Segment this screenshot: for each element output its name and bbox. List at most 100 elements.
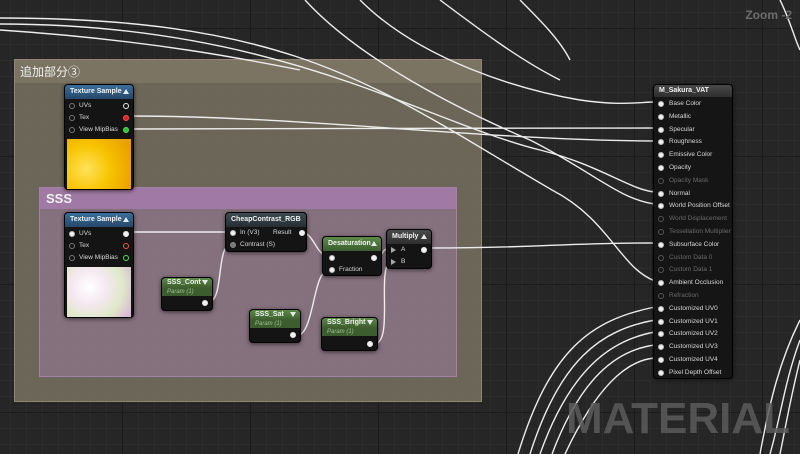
- material-result-node[interactable]: M_Sakura_VAT Base Color Metallic Specular R…: [653, 84, 733, 379]
- material-input-row[interactable]: Customized UV1: [658, 316, 718, 328]
- material-input-row[interactable]: Base Color: [658, 98, 701, 110]
- output-pin-icon[interactable]: [371, 255, 377, 261]
- collapse-chevron-icon[interactable]: [123, 89, 129, 94]
- material-input-row[interactable]: Opacity Mask: [658, 175, 708, 187]
- output-pin-icon[interactable]: [421, 247, 427, 253]
- input-pin-icon[interactable]: [658, 216, 664, 223]
- pin-row-a[interactable]: A: [391, 244, 405, 256]
- material-input-row[interactable]: Tessellation Multiplier: [658, 226, 731, 238]
- input-pin-icon[interactable]: [658, 254, 664, 261]
- input-pin-icon[interactable]: [658, 293, 664, 299]
- desaturation-node[interactable]: Desaturation Fraction: [322, 236, 382, 276]
- input-pin-icon[interactable]: [69, 231, 75, 237]
- pin-row-uvs[interactable]: UVs: [69, 100, 91, 112]
- material-input-row[interactable]: Refraction: [658, 290, 699, 302]
- material-input-row[interactable]: Subsurface Color: [658, 239, 719, 251]
- cheap-contrast-node[interactable]: CheapContrast_RGB In (V3) Contrast (S) R…: [225, 212, 307, 252]
- input-pin-icon[interactable]: [658, 241, 664, 248]
- texture-sample-node-2[interactable]: Texture Sample UVs Tex View MipBias: [64, 212, 134, 318]
- input-pin-icon[interactable]: [658, 139, 664, 146]
- material-input-row[interactable]: Customized UV0: [658, 303, 718, 315]
- output-green-pin-icon[interactable]: [123, 127, 129, 133]
- material-input-row[interactable]: Emissive Color: [658, 149, 712, 161]
- pin-row-result[interactable]: Result: [273, 227, 305, 239]
- pin-row-in-v3[interactable]: In (V3): [230, 227, 260, 239]
- input-pin-icon[interactable]: [658, 165, 664, 171]
- node-header[interactable]: SSS_Sat: [250, 310, 300, 320]
- pin-row-tex[interactable]: Tex: [69, 240, 89, 252]
- input-pin-icon[interactable]: [658, 369, 664, 376]
- material-input-row[interactable]: Roughness: [658, 136, 702, 148]
- collapse-chevron-icon[interactable]: [421, 234, 427, 239]
- output-rgb-pin-icon[interactable]: [123, 103, 129, 109]
- pin-row-tex[interactable]: Tex: [69, 112, 89, 124]
- pin-row-fraction[interactable]: Fraction: [329, 264, 362, 276]
- input-pin-icon[interactable]: [391, 247, 396, 253]
- input-pin-icon[interactable]: [658, 126, 664, 133]
- sss-bright-param-node[interactable]: SSS_Bright Param (1): [321, 317, 378, 351]
- material-input-row[interactable]: Ambient Occlusion: [658, 277, 723, 289]
- material-input-row[interactable]: Customized UV3: [658, 341, 718, 353]
- node-header[interactable]: Texture Sample: [65, 85, 133, 99]
- material-input-row[interactable]: Normal: [658, 188, 690, 200]
- output-pin-icon[interactable]: [367, 341, 373, 347]
- output-red-pin-icon[interactable]: [123, 115, 129, 121]
- input-pin-icon[interactable]: [391, 259, 396, 265]
- input-pin-icon[interactable]: [658, 229, 664, 235]
- pin-row-uvs[interactable]: UVs: [69, 228, 91, 240]
- material-input-row[interactable]: World Position Offset: [658, 200, 730, 212]
- node-header[interactable]: SSS_Bright: [322, 318, 377, 328]
- input-pin-icon[interactable]: [69, 255, 75, 261]
- material-input-row[interactable]: Custom Data 1: [658, 264, 712, 276]
- input-pin-icon[interactable]: [658, 318, 664, 325]
- input-pin-icon[interactable]: [69, 127, 75, 133]
- pin-row-b[interactable]: B: [391, 256, 405, 268]
- input-pin-icon[interactable]: [658, 357, 664, 363]
- pin-row-contrast[interactable]: Contrast (S): [230, 239, 275, 251]
- input-pin-icon[interactable]: [658, 331, 664, 338]
- input-pin-icon[interactable]: [658, 101, 664, 107]
- output-rgb-pin-icon[interactable]: [123, 231, 129, 237]
- expand-chevron-icon[interactable]: [202, 280, 208, 285]
- comment-title-sss[interactable]: SSS: [40, 188, 456, 209]
- input-pin-icon[interactable]: [69, 103, 75, 109]
- input-pin-icon[interactable]: [658, 344, 664, 351]
- input-pin-icon[interactable]: [658, 267, 664, 274]
- sss-cont-param-node[interactable]: SSS_Cont Param (1): [161, 277, 213, 311]
- material-input-row[interactable]: Custom Data 0: [658, 252, 712, 264]
- material-input-row[interactable]: Specular: [658, 124, 695, 136]
- material-input-row[interactable]: Metallic: [658, 111, 691, 123]
- output-red-pin-icon[interactable]: [123, 243, 129, 249]
- input-pin-icon[interactable]: [329, 255, 335, 261]
- sss-sat-param-node[interactable]: SSS_Sat Param (1): [249, 309, 301, 343]
- input-pin-icon[interactable]: [329, 267, 335, 273]
- input-pin-icon[interactable]: [658, 280, 664, 287]
- collapse-chevron-icon[interactable]: [123, 217, 129, 222]
- node-header[interactable]: Multiply: [387, 230, 431, 244]
- texture-sample-node-1[interactable]: Texture Sample UVs Tex View MipBias: [64, 84, 134, 190]
- pin-row-view-mipbias[interactable]: View MipBias: [69, 252, 118, 264]
- output-pin-icon[interactable]: [290, 332, 296, 338]
- input-pin-icon[interactable]: [658, 177, 664, 184]
- material-input-row[interactable]: Opacity: [658, 162, 691, 174]
- output-green-pin-icon[interactable]: [123, 255, 129, 261]
- input-pin-icon[interactable]: [69, 243, 75, 249]
- input-pin-icon[interactable]: [658, 305, 664, 312]
- expand-chevron-icon[interactable]: [367, 320, 373, 325]
- node-header[interactable]: Texture Sample: [65, 213, 133, 227]
- material-input-row[interactable]: World Displacement: [658, 213, 727, 225]
- node-header[interactable]: Desaturation: [323, 237, 381, 251]
- input-pin-icon[interactable]: [230, 242, 236, 248]
- collapse-chevron-icon[interactable]: [371, 241, 377, 246]
- node-header[interactable]: CheapContrast_RGB: [226, 213, 306, 227]
- input-pin-icon[interactable]: [658, 113, 664, 120]
- pin-row-view-mipbias[interactable]: View MipBias: [69, 124, 118, 136]
- node-header[interactable]: SSS_Cont: [162, 278, 212, 288]
- input-pin-icon[interactable]: [69, 115, 75, 121]
- material-input-row[interactable]: Pixel Depth Offset: [658, 367, 721, 379]
- material-input-row[interactable]: Customized UV2: [658, 328, 718, 340]
- material-input-row[interactable]: Customized UV4: [658, 354, 718, 366]
- output-pin-icon[interactable]: [202, 300, 208, 306]
- expand-chevron-icon[interactable]: [290, 312, 296, 317]
- input-pin-icon[interactable]: [230, 230, 236, 236]
